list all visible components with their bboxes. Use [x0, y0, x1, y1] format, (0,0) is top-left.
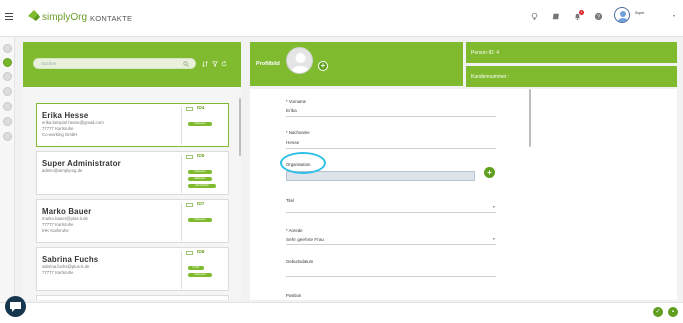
- id-card-icon: [186, 251, 193, 255]
- chat-icon[interactable]: [5, 296, 26, 317]
- contact-card[interactable]: Marko Bauer marko.bauer@plus-it.de 77777…: [36, 199, 229, 243]
- profile-picture-label: Profilbild: [256, 61, 280, 67]
- save-icon[interactable]: ▪: [668, 307, 678, 317]
- anrede-dropdown[interactable]: Sehr geehrte Frau: [286, 237, 324, 242]
- lightbulb-icon[interactable]: [530, 12, 539, 21]
- vorname-underline: [286, 116, 496, 117]
- list-scrollbar[interactable]: [239, 98, 241, 156]
- titel-label: Titel: [286, 198, 294, 203]
- filter-icon[interactable]: [212, 61, 218, 67]
- search-placeholder: Suchen: [41, 61, 57, 66]
- status-badge: Kunde: [188, 266, 204, 270]
- user-avatar[interactable]: [614, 7, 630, 23]
- rail-events-icon[interactable]: [3, 87, 12, 96]
- bottom-bar: [0, 302, 683, 323]
- highlight-ring: [280, 152, 326, 174]
- contact-id: ID7: [197, 202, 205, 207]
- person-id: Person-ID: 4: [471, 50, 500, 56]
- chevron-down-icon[interactable]: ▾: [493, 205, 495, 209]
- contact-id: ID8: [197, 250, 205, 255]
- page-title: KONTAKTE: [90, 14, 133, 23]
- menu-icon[interactable]: [5, 13, 13, 20]
- rail-reports-icon[interactable]: [3, 132, 12, 141]
- contact-card[interactable]: Sabrina Fuchs sabrina.fuchs@plus-it.de 7…: [36, 247, 229, 291]
- nachname-label: * Nachname: [286, 130, 310, 135]
- nachname-field[interactable]: Hesse: [286, 140, 299, 145]
- geburtsdatum-label: Geburtsdatum: [286, 259, 314, 264]
- contact-card[interactable]: Super Administrator admin@simplyorg.de I…: [36, 151, 229, 195]
- vorname-label: * Vorname: [286, 99, 307, 104]
- id-card-icon: [186, 107, 193, 111]
- rail-contacts-icon[interactable]: [3, 58, 12, 67]
- contact-organisation: IHK Karlsruhe: [42, 228, 69, 233]
- top-bar: simplyOrg KONTAKTE 1 ? Super ▾: [0, 0, 683, 37]
- customer-number-panel: Kundennummer :: [466, 66, 677, 87]
- logo-icon: [28, 10, 40, 21]
- contact-name: Super Administrator: [42, 159, 121, 168]
- avatar-placeholder: [286, 47, 313, 74]
- search-icon[interactable]: [183, 61, 189, 67]
- status-badge: Interessent: [188, 170, 212, 174]
- contacts-list-panel: Suchen Erika Hesse erika.beispiel.hesse@…: [23, 42, 241, 300]
- help-icon[interactable]: ?: [594, 12, 603, 21]
- status-badge: Interessent: [188, 218, 212, 222]
- position-label: Position: [286, 293, 302, 298]
- rail-calendar-icon[interactable]: [3, 72, 12, 81]
- notification-badge: 1: [579, 10, 584, 15]
- contact-card[interactable]: Erika Hesse erika.beispiel.hesse@gmail.c…: [36, 103, 229, 147]
- geburtsdatum-field[interactable]: [286, 276, 496, 277]
- status-badge: Interessent: [188, 273, 212, 277]
- contact-name: Erika Hesse: [42, 111, 89, 120]
- contact-form: [250, 89, 677, 300]
- vorname-field[interactable]: Erika: [286, 108, 297, 113]
- side-rail: [0, 37, 15, 323]
- card-divider: [181, 107, 182, 145]
- id-card-icon: [186, 155, 193, 159]
- id-card-icon: [186, 203, 193, 207]
- form-scrollbar[interactable]: [529, 89, 531, 147]
- contact-organisation: Co-working GmbH: [42, 132, 78, 137]
- confirm-icon[interactable]: ✓: [653, 307, 663, 317]
- status-badge: Interessent: [188, 122, 212, 126]
- sort-icon[interactable]: [202, 61, 208, 67]
- contact-city: 77777 Karlsruhe: [42, 270, 74, 275]
- rail-dashboard-icon[interactable]: [3, 44, 12, 53]
- profile-picture-panel: Profilbild +: [250, 42, 463, 86]
- anrede-label: * Anrede: [286, 228, 303, 233]
- chevron-down-icon[interactable]: ▾: [493, 237, 495, 241]
- refresh-icon[interactable]: [221, 61, 227, 67]
- contact-name: Marko Bauer: [42, 207, 92, 216]
- nachname-underline: [286, 148, 496, 149]
- logo-text: simplyOrg: [42, 12, 88, 23]
- card-divider: [181, 155, 182, 193]
- contact-email: admin@simplyorg.de: [42, 168, 83, 173]
- add-organisation-button[interactable]: +: [484, 167, 495, 178]
- search-input[interactable]: Suchen: [33, 58, 196, 69]
- card-divider: [181, 251, 182, 289]
- card-divider: [181, 203, 182, 241]
- contact-name: Sabrina Fuchs: [42, 255, 99, 264]
- svg-text:?: ?: [597, 14, 600, 20]
- contact-id: ID4: [197, 106, 205, 111]
- rail-settings-icon[interactable]: [3, 102, 12, 111]
- contact-id: ID5: [197, 154, 205, 159]
- add-photo-button[interactable]: +: [318, 61, 328, 71]
- customer-number: Kundennummer :: [471, 74, 510, 80]
- contact-card[interactable]: [36, 295, 229, 300]
- person-id-panel: Person-ID: 4: [466, 42, 677, 63]
- list-header: Suchen: [23, 42, 241, 87]
- user-name[interactable]: Super: [635, 11, 644, 15]
- chevron-down-icon[interactable]: ▾: [673, 13, 675, 18]
- book-icon[interactable]: [552, 12, 561, 21]
- anrede-underline: [286, 244, 496, 245]
- titel-dropdown[interactable]: [286, 212, 496, 213]
- rail-documents-icon[interactable]: [3, 117, 12, 126]
- status-badge: Mitarbeiter: [188, 177, 212, 181]
- status-badge: Administrator: [188, 184, 216, 188]
